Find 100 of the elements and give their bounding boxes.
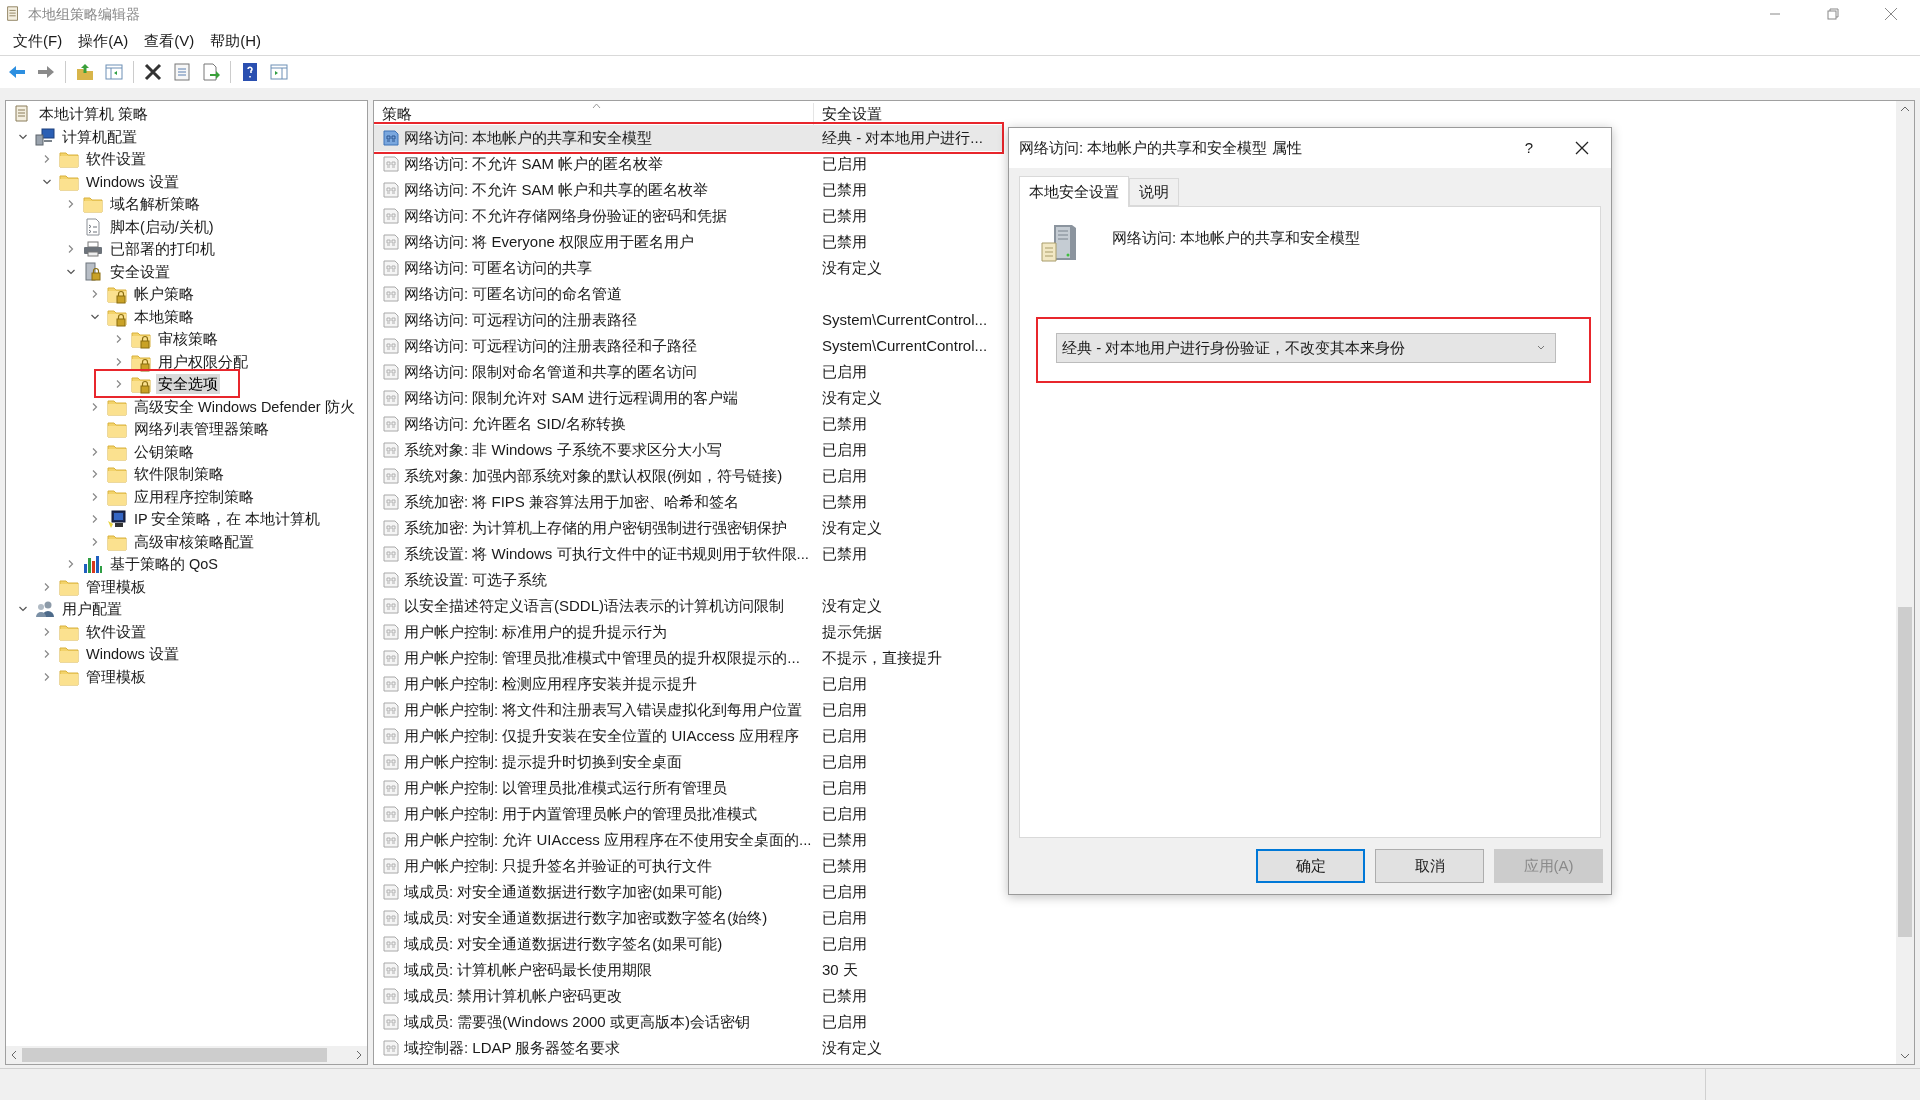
expand-chevron-icon[interactable] [66,199,76,210]
restore-icon[interactable] [1827,8,1839,20]
table-row[interactable]: 网络访问: 可远程访问的注册表路径和子路径 System\CurrentControl... [374,333,1004,359]
menu-item[interactable]: 操作(A) [71,30,136,53]
tree-item[interactable]: 审核策略 [156,329,220,350]
tree-item[interactable]: 本地计算机 策略 [37,104,151,125]
tree-item[interactable]: 公钥策略 [132,441,196,462]
tree-item[interactable]: 计算机配置 [60,126,139,147]
table-row[interactable]: 以安全描述符定义语言(SDDL)语法表示的计算机访问限制 没有定义 [374,593,1004,619]
dialog-button[interactable]: 取消 [1375,849,1484,883]
table-row[interactable]: 网络访问: 本地帐户的共享和安全模型 经典 - 对本地用户进行... [374,125,1004,151]
table-row[interactable]: 用户帐户控制: 以管理员批准模式运行所有管理员 已启用 [374,775,1004,801]
tree-item[interactable]: 高级审核策略配置 [132,531,256,552]
table-row[interactable]: 用户帐户控制: 提示提升时切换到安全桌面 已启用 [374,749,1004,775]
table-cell-text: 已启用 [821,933,867,954]
menu-item[interactable]: 帮助(H) [203,30,268,53]
table-row[interactable]: 系统加密: 将 FIPS 兼容算法用于加密、哈希和签名 已禁用 [374,489,1004,515]
expand-chevron-icon[interactable] [90,514,100,525]
expand-chevron-icon[interactable] [42,581,52,592]
tree-item[interactable]: 网络列表管理器策略 [132,419,271,440]
policy-icon [382,597,400,615]
expand-chevron-icon[interactable] [66,559,76,570]
expand-chevron-icon[interactable] [90,491,100,502]
vertical-scrollbar[interactable] [1896,101,1914,1064]
tree-item[interactable]: 用户配置 [60,599,124,620]
dialog-button[interactable]: 确定 [1256,849,1365,883]
table-row[interactable]: 用户帐户控制: 用于内置管理员帐户的管理员批准模式 已启用 [374,801,1004,827]
tree-item[interactable]: 已部署的打印机 [108,239,217,260]
tree-item[interactable]: 软件设置 [84,149,148,170]
table-row[interactable]: 系统设置: 可选子系统 [374,567,1004,593]
tree-item[interactable]: 软件限制策略 [132,464,226,485]
tree-item[interactable]: 安全设置 [108,261,172,282]
tab[interactable]: 本地安全设置 [1019,176,1129,207]
tree-item[interactable]: 管理模板 [84,576,148,597]
horizontal-scrollbar[interactable] [6,1046,367,1064]
table-row[interactable]: 域成员: 对安全通道数据进行数字签名(如果可能) 已启用 [374,931,1004,957]
expand-chevron-icon[interactable] [42,649,52,660]
expand-chevron-icon[interactable] [90,446,100,457]
expand-chevron-icon[interactable] [42,154,52,165]
scrollbar-thumb[interactable] [1898,607,1912,937]
table-row[interactable]: 用户帐户控制: 只提升签名并验证的可执行文件 已禁用 [374,853,1004,879]
tree-item[interactable]: 高级安全 Windows Defender 防火 [132,396,357,417]
table-row[interactable]: 网络访问: 可远程访问的注册表路径 System\CurrentControl... [374,307,1004,333]
table-row[interactable]: 网络访问: 允许匿名 SID/名称转换 已禁用 [374,411,1004,437]
table-row[interactable]: 用户帐户控制: 允许 UIAccess 应用程序在不使用安全桌面的... 已禁用 [374,827,1004,853]
table-row[interactable]: 网络访问: 不允许存储网络身份验证的密码和凭据 已禁用 [374,203,1004,229]
table-row[interactable]: 网络访问: 限制允许对 SAM 进行远程调用的客户端 没有定义 [374,385,1004,411]
table-row[interactable]: 用户帐户控制: 将文件和注册表写入错误虚拟化到每用户位置 已启用 [374,697,1004,723]
table-row[interactable]: 域成员: 对安全通道数据进行数字加密或数字签名(始终) 已启用 [374,905,1004,931]
tree-item[interactable]: Windows 设置 [84,644,181,665]
tree-item[interactable]: 基于策略的 QoS [108,554,221,575]
tree-item[interactable]: 管理模板 [84,666,148,687]
expand-chevron-icon[interactable] [90,536,100,547]
close-icon[interactable] [1884,7,1898,21]
tree-item[interactable]: 脚本(启动/关机) [108,216,216,237]
column-header[interactable]: 安全设置 [814,102,1004,125]
expand-chevron-icon[interactable] [114,379,124,390]
expand-chevron-icon[interactable] [114,356,124,367]
expand-chevron-icon[interactable] [114,334,124,345]
table-row[interactable]: 网络访问: 不允许 SAM 帐户和共享的匿名枚举 已禁用 [374,177,1004,203]
table-row[interactable]: 域成员: 对安全通道数据进行数字加密(如果可能) 已启用 [374,879,1004,905]
tree-item[interactable]: Windows 设置 [84,171,181,192]
tree-item[interactable]: IP 安全策略，在 本地计算机 [132,509,323,530]
table-cell-text: 已禁用 [821,829,867,850]
table-row[interactable]: 用户帐户控制: 检测应用程序安装并提示提升 已启用 [374,671,1004,697]
table-row[interactable]: 域成员: 需要强(Windows 2000 或更高版本)会话密钥 已启用 [374,1009,1004,1035]
help-button[interactable]: ? [1509,136,1549,160]
expand-chevron-icon[interactable] [42,626,52,637]
table-row[interactable]: 系统对象: 非 Windows 子系统不要求区分大小写 已启用 [374,437,1004,463]
tree-item[interactable]: 用户权限分配 [156,351,250,372]
table-row[interactable]: 域控制器: LDAP 服务器签名要求 没有定义 [374,1035,1004,1061]
table-row[interactable]: 用户帐户控制: 仅提升安装在安全位置的 UIAccess 应用程序 已启用 [374,723,1004,749]
expand-chevron-icon[interactable] [66,244,76,255]
table-row[interactable]: 域成员: 禁用计算机帐户密码更改 已禁用 [374,983,1004,1009]
table-row[interactable]: 域成员: 计算机帐户密码最长使用期限 30 天 [374,957,1004,983]
table-row[interactable]: 网络访问: 不允许 SAM 帐户的匿名枚举 已启用 [374,151,1004,177]
tree-item[interactable]: 帐户策略 [132,284,196,305]
menu-item[interactable]: 文件(F) [6,30,70,53]
table-row[interactable]: 网络访问: 限制对命名管道和共享的匿名访问 已启用 [374,359,1004,385]
tree-item[interactable]: 本地策略 [132,306,196,327]
tree-item[interactable]: 安全选项 [156,374,220,395]
table-row[interactable]: 用户帐户控制: 标准用户的提升提示行为 提示凭据 [374,619,1004,645]
table-row[interactable]: 系统对象: 加强内部系统对象的默认权限(例如，符号链接) 已启用 [374,463,1004,489]
expand-chevron-icon[interactable] [42,671,52,682]
tab[interactable]: 说明 [1129,178,1179,206]
tree-item[interactable]: 软件设置 [84,621,148,642]
table-row[interactable]: 网络访问: 可匿名访问的命名管道 [374,281,1004,307]
table-row[interactable]: 系统设置: 将 Windows 可执行文件中的证书规则用于软件限... 已禁用 [374,541,1004,567]
scrollbar-thumb[interactable] [22,1048,327,1062]
table-row[interactable]: 系统加密: 为计算机上存储的用户密钥强制进行强密钥保护 没有定义 [374,515,1004,541]
table-row[interactable]: 网络访问: 将 Everyone 权限应用于匿名用户 已禁用 [374,229,1004,255]
tree-item[interactable]: 域名解析策略 [108,194,202,215]
table-row[interactable]: 网络访问: 可匿名访问的共享 没有定义 [374,255,1004,281]
tree-item[interactable]: 应用程序控制策略 [132,486,256,507]
expand-chevron-icon[interactable] [90,469,100,480]
menu-item[interactable]: 查看(V) [137,30,202,53]
dropdown[interactable]: 经典 - 对本地用户进行身份验证，不改变其本来身份 [1056,333,1556,363]
expand-chevron-icon[interactable] [90,401,100,412]
table-row[interactable]: 用户帐户控制: 管理员批准模式中管理员的提升权限提示的... 不提示，直接提升 [374,645,1004,671]
expand-chevron-icon[interactable] [90,289,100,300]
